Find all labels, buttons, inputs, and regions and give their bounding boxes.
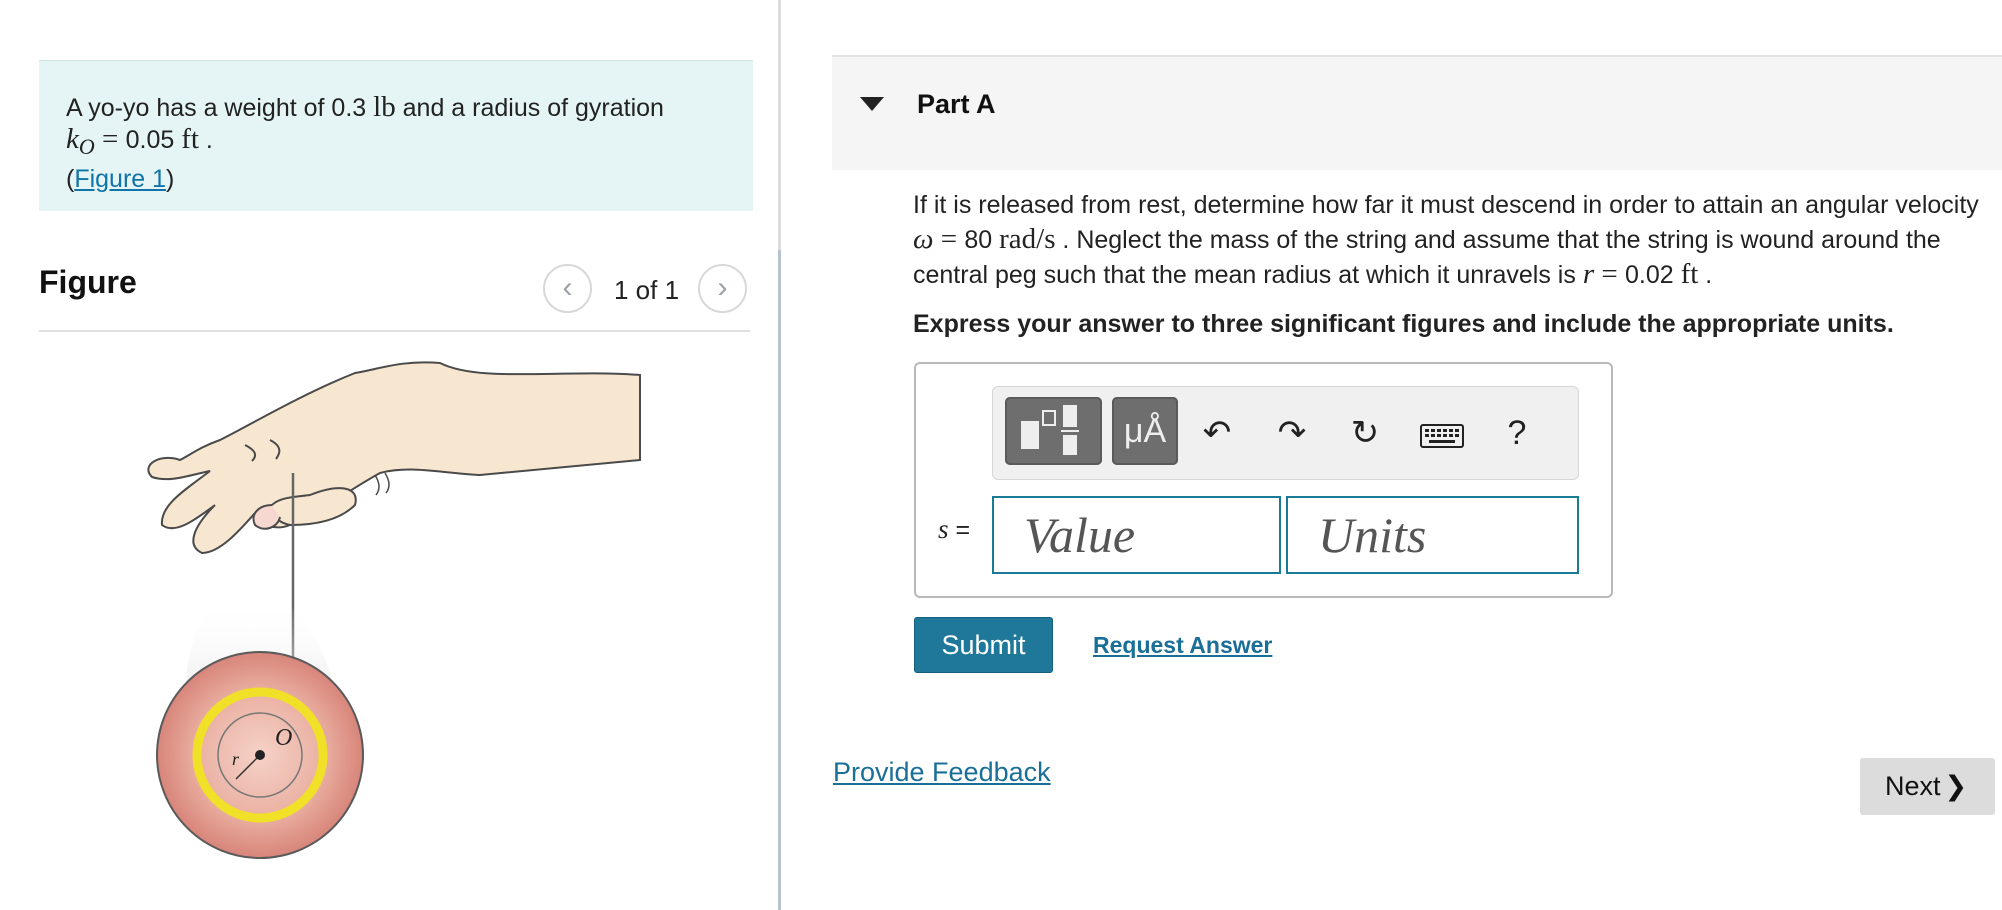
r-unit: ft [1680,258,1699,290]
templates-icon [1021,405,1079,455]
k-symbol: k [66,123,79,155]
equals-sign: = [948,516,971,544]
equals-sign: = [1594,258,1625,290]
part-a-header[interactable]: Part A [832,55,2002,170]
problem-statement: A yo-yo has a weight of 0.3 lb and a rad… [39,60,753,211]
omega-value: 80 [964,226,993,254]
paren: ) [166,165,175,193]
omega-symbol: ω [913,223,934,255]
left-pane: A yo-yo has a weight of 0.3 lb and a rad… [0,0,779,910]
chevron-right-icon: › [717,271,728,304]
provide-feedback-link[interactable]: Provide Feedback [833,757,1051,788]
answer-variable-label: s = [938,514,970,545]
yo-yo-illustration: O r [147,361,641,859]
answer-box: μÅ ↶ ↷ ↻ ? s = Value Units [914,362,1613,598]
k-subscript: O [78,134,95,159]
equals-sign: = [933,223,965,255]
caret-down-icon[interactable] [860,97,884,111]
next-figure-button[interactable]: › [698,264,747,313]
figure-1-link[interactable]: Figure 1 [74,165,166,193]
next-button[interactable]: Next ❯ [1860,758,1995,815]
equals-sign: = [94,123,126,155]
r-value: 0.02 [1624,261,1674,289]
question-text: If it is released from rest, determine h… [913,188,1988,292]
help-button[interactable]: ? [1495,407,1539,459]
keyboard-icon[interactable] [1413,407,1473,459]
problem-line-3: (Figure 1) [66,163,726,196]
units-input[interactable]: Units [1286,496,1579,574]
part-title: Part A [917,89,996,119]
reset-icon[interactable]: ↻ [1343,407,1387,459]
problem-text: and a radius of gyration [395,94,664,122]
weight-unit: lb [373,91,396,123]
figure-title: Figure [39,264,137,300]
problem-line-2: kO = 0.05 ft . [66,123,726,163]
question-text-part: If it is released from rest, determine h… [913,191,1979,219]
yo-yo-figure: O r [140,355,650,875]
undo-icon[interactable]: ↶ [1195,407,1239,459]
redo-icon[interactable]: ↷ [1270,407,1314,459]
figure-counter: 1 of 1 [614,275,680,305]
question-text-part: . [1698,261,1713,289]
submit-button[interactable]: Submit [914,617,1053,673]
omega-unit: rad/s [999,223,1056,255]
k-value: 0.05 [125,126,175,154]
math-toolbar: μÅ ↶ ↷ ↻ ? [992,386,1579,480]
keyboard-glyph [1420,424,1464,448]
chevron-right-icon: ❯ [1944,771,1968,801]
problem-line-1: A yo-yo has a weight of 0.3 lb and a rad… [66,91,726,125]
problem-text: A yo-yo has a weight of 0.3 [66,94,374,122]
pane-scrollbar-thumb[interactable] [778,250,781,910]
pane-divider[interactable] [778,0,781,910]
k-unit: ft [181,123,199,155]
request-answer-link[interactable]: Request Answer [1093,632,1272,659]
prev-figure-button[interactable]: ‹ [543,264,592,313]
answer-instruction: Express your answer to three significant… [913,310,1894,338]
templates-button[interactable] [1005,397,1102,465]
figure-header: Figure ‹ 1 of 1 › [39,250,750,332]
next-label: Next [1885,771,1941,801]
question-text-part: . Neglect the mass of the string and ass… [913,226,1941,289]
value-input[interactable]: Value [992,496,1281,574]
period: . [198,126,213,154]
r-symbol: r [1582,258,1595,290]
chevron-left-icon: ‹ [562,271,573,304]
variable-symbol: s [938,514,949,544]
label-O: O [275,725,292,751]
label-r: r [232,749,240,769]
units-button[interactable]: μÅ [1112,397,1178,465]
